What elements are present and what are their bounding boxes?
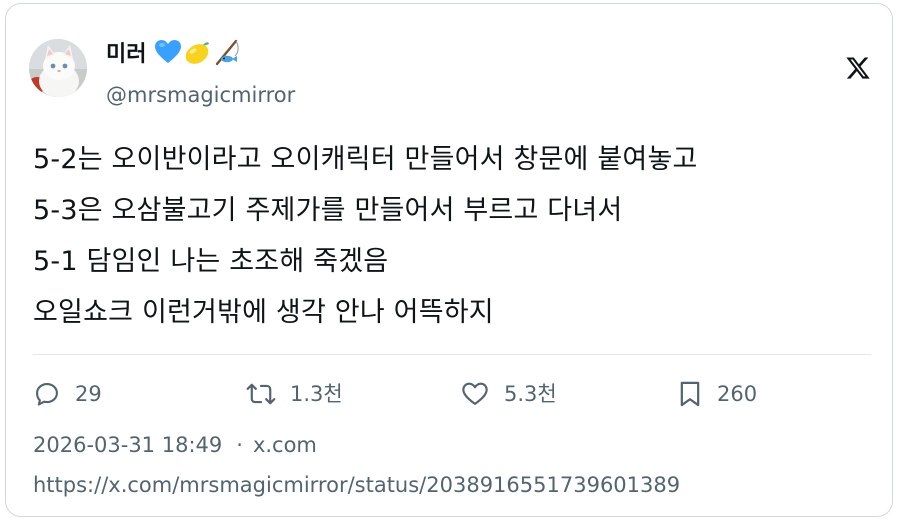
fishing-pole-icon	[216, 39, 240, 66]
tweet-card: 미러 @mrsmagicmirror 5-2는 오이반이라고 오이캐릭터 만들어…	[5, 3, 893, 517]
retweet-icon	[246, 383, 276, 405]
bookmark-count: 260	[717, 382, 758, 406]
tweet-source[interactable]: x.com	[253, 433, 317, 457]
author-handle[interactable]: @mrsmagicmirror	[106, 81, 295, 109]
divider	[33, 354, 871, 355]
retweet-button[interactable]: 1.3천	[246, 376, 343, 412]
retweet-count: 1.3천	[290, 382, 343, 406]
tweet-timestamp[interactable]: 2026-03-31 18:49	[33, 433, 222, 457]
tweet-text-line: 5-2는 오이반이라고 오이캐릭터 만들어서 창문에 붙여놓고	[33, 144, 698, 175]
meta-separator: ·	[236, 433, 243, 457]
heart-icon	[462, 382, 488, 405]
x-logo-icon[interactable]	[845, 55, 871, 81]
like-count: 5.3천	[504, 382, 557, 406]
avatar[interactable]	[29, 39, 87, 97]
like-button[interactable]: 5.3천	[460, 376, 557, 412]
tweet-url[interactable]: https://x.com/mrsmagicmirror/status/2038…	[33, 470, 680, 500]
name-emojis	[154, 38, 240, 66]
author-display-name[interactable]: 미러	[106, 38, 240, 70]
white-cat-avatar-image	[29, 39, 87, 97]
reply-count: 29	[75, 382, 102, 406]
display-name-text: 미러	[106, 42, 147, 67]
reply-button[interactable]: 29	[33, 376, 102, 412]
bookmark-icon	[680, 381, 700, 407]
tweet-text-line: 5-3은 오삼불고기 주제가를 만들어서 부르고 다녀서	[33, 195, 623, 226]
tweet-text: 5-2는 오이반이라고 오이캐릭터 만들어서 창문에 붙여놓고 5-3은 오삼불…	[33, 134, 883, 338]
reply-icon	[36, 383, 58, 406]
tweet-text-line: 오일쇼크 이런거밖에 생각 안나 어뜩하지	[33, 297, 494, 328]
tweet-text-line: 5-1 담임인 나는 초조해 죽겠음	[33, 246, 389, 277]
lemon-icon	[186, 42, 210, 64]
blue-heart-icon	[155, 40, 182, 63]
bookmark-button[interactable]: 260	[677, 376, 757, 412]
tweet-meta: 2026-03-31 18:49 · x.com	[33, 430, 317, 460]
